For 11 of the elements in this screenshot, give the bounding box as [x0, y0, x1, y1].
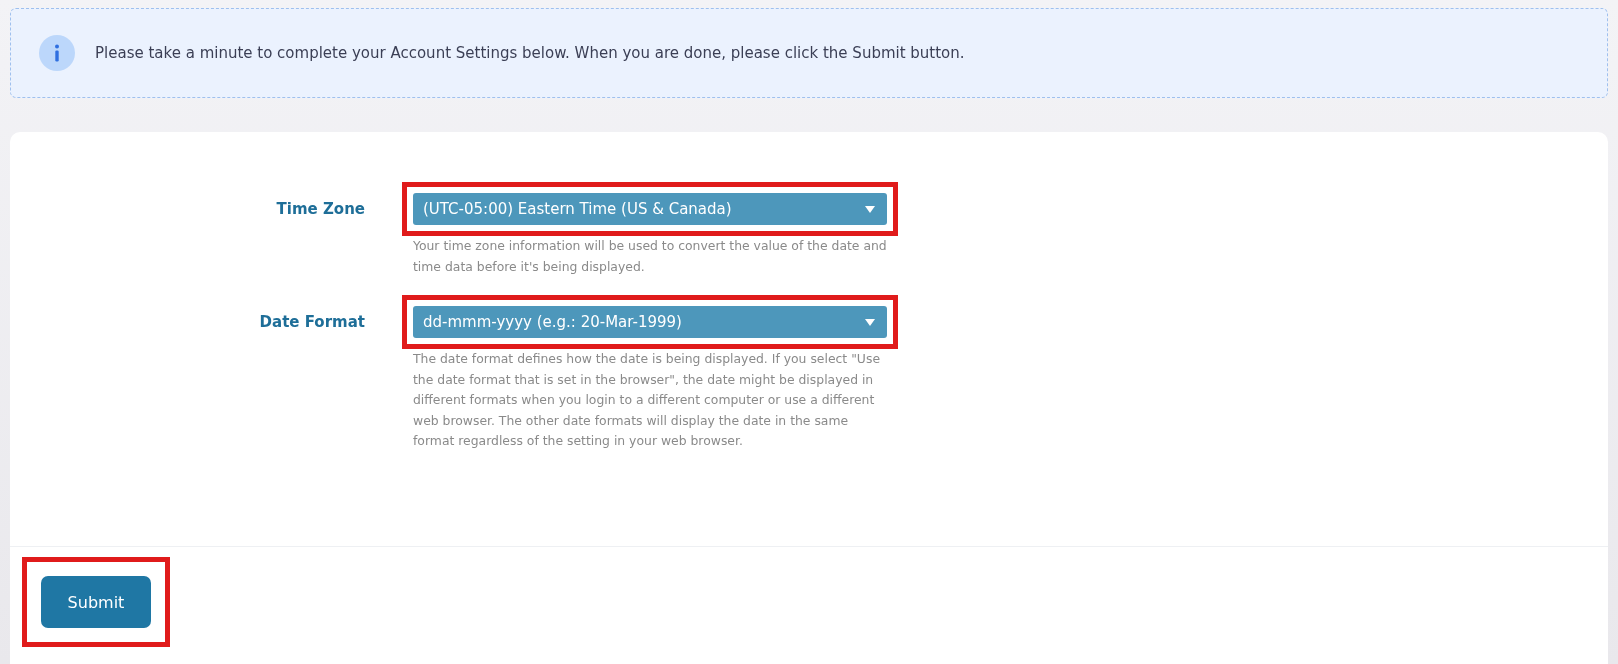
help-text: Your time zone information will be used to convert the value of the date and time data before it's being displayed.	[412, 237, 888, 276]
notice-text: Please take a minute to complete your Account Settings below. When you are done, please click the Submit button.	[95, 44, 965, 62]
dropdown[interactable]: (UTC-05:00) Eastern Time (US & Canada)	[413, 193, 887, 225]
help-text: The date format defines how the date is being displayed. If you select "Use the date format that is set in the browser", the date might be displayed in different formats when you login to a different computer or use a different web browser. The other date formats will display the date in the same format regardless of the setting in your web browser.	[412, 350, 881, 450]
field-label: Date Format	[258, 312, 366, 333]
submit-button[interactable]: Submit	[41, 576, 151, 628]
info-icon	[39, 35, 75, 71]
field-label: Time Zone	[275, 199, 366, 220]
caret-icon	[865, 318, 875, 326]
dropdown[interactable]: dd-mmm-yyyy (e.g.: 20-Mar-1999)	[413, 306, 887, 338]
caret-icon	[865, 205, 875, 213]
